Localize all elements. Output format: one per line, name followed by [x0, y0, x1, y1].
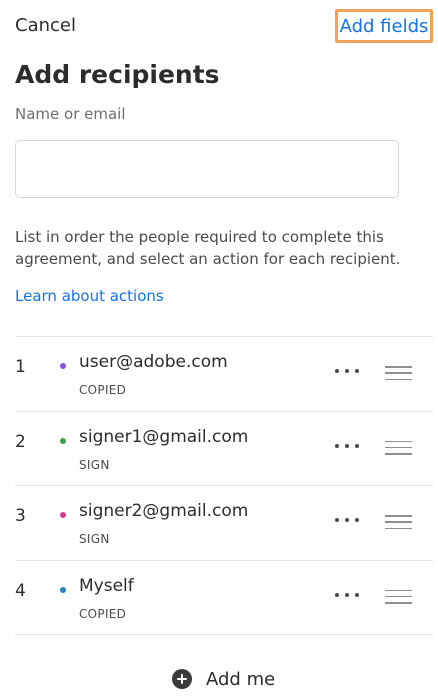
recipient-role: SIGN	[79, 457, 110, 472]
recipient-row[interactable]: 3 signer2@gmail.com SIGN	[15, 486, 433, 561]
more-horizontal-icon[interactable]	[335, 439, 359, 453]
recipient-color-dot	[60, 363, 66, 369]
more-horizontal-icon[interactable]	[335, 364, 359, 378]
recipient-order-number: 4	[15, 580, 26, 601]
recipient-color-dot	[60, 586, 66, 593]
recipient-order-number: 2	[15, 431, 26, 452]
recipient-email: signer1@gmail.com	[79, 426, 249, 447]
drag-handle-icon[interactable]	[385, 366, 412, 380]
recipient-row[interactable]: 1 user@adobe.com COPIED	[15, 337, 433, 412]
learn-about-actions-link[interactable]: Learn about actions	[15, 287, 164, 305]
recipient-list: 1 user@adobe.com COPIED 2 signer1@gmail.…	[15, 336, 433, 635]
recipient-email: signer2@gmail.com	[79, 501, 249, 521]
add-fields-button[interactable]: Add fields	[335, 9, 433, 43]
recipient-color-dot	[60, 437, 66, 444]
add-me-button[interactable]: Add me	[172, 666, 275, 692]
top-bar: Cancel Add fields	[0, 0, 438, 54]
more-horizontal-icon[interactable]	[335, 588, 359, 602]
drag-handle-icon[interactable]	[385, 515, 412, 529]
more-horizontal-icon[interactable]	[335, 513, 359, 527]
recipient-order-number: 1	[15, 357, 26, 377]
recipient-role: SIGN	[79, 532, 110, 546]
drag-handle-icon[interactable]	[385, 440, 412, 455]
cancel-button[interactable]: Cancel	[15, 15, 76, 36]
recipient-email: user@adobe.com	[79, 352, 228, 372]
recipient-email: Myself	[79, 575, 134, 596]
add-me-label: Add me	[206, 668, 276, 690]
recipient-role: COPIED	[79, 383, 127, 397]
add-recipients-screen: Cancel Add fields Add recipients Name or…	[0, 0, 438, 700]
name-or-email-label: Name or email	[15, 105, 126, 123]
recipient-role: COPIED	[79, 606, 127, 621]
instructions-text: List in order the people required to com…	[15, 228, 401, 268]
name-or-email-input[interactable]	[15, 140, 399, 198]
recipient-color-dot	[60, 512, 66, 518]
recipient-order-number: 3	[15, 506, 26, 526]
drag-handle-icon[interactable]	[385, 589, 412, 604]
recipient-row[interactable]: 2 signer1@gmail.com SIGN	[15, 412, 433, 486]
recipient-row[interactable]: 4 Myself COPIED	[15, 561, 433, 635]
add-circle-icon	[172, 669, 192, 689]
page-title: Add recipients	[15, 60, 220, 89]
